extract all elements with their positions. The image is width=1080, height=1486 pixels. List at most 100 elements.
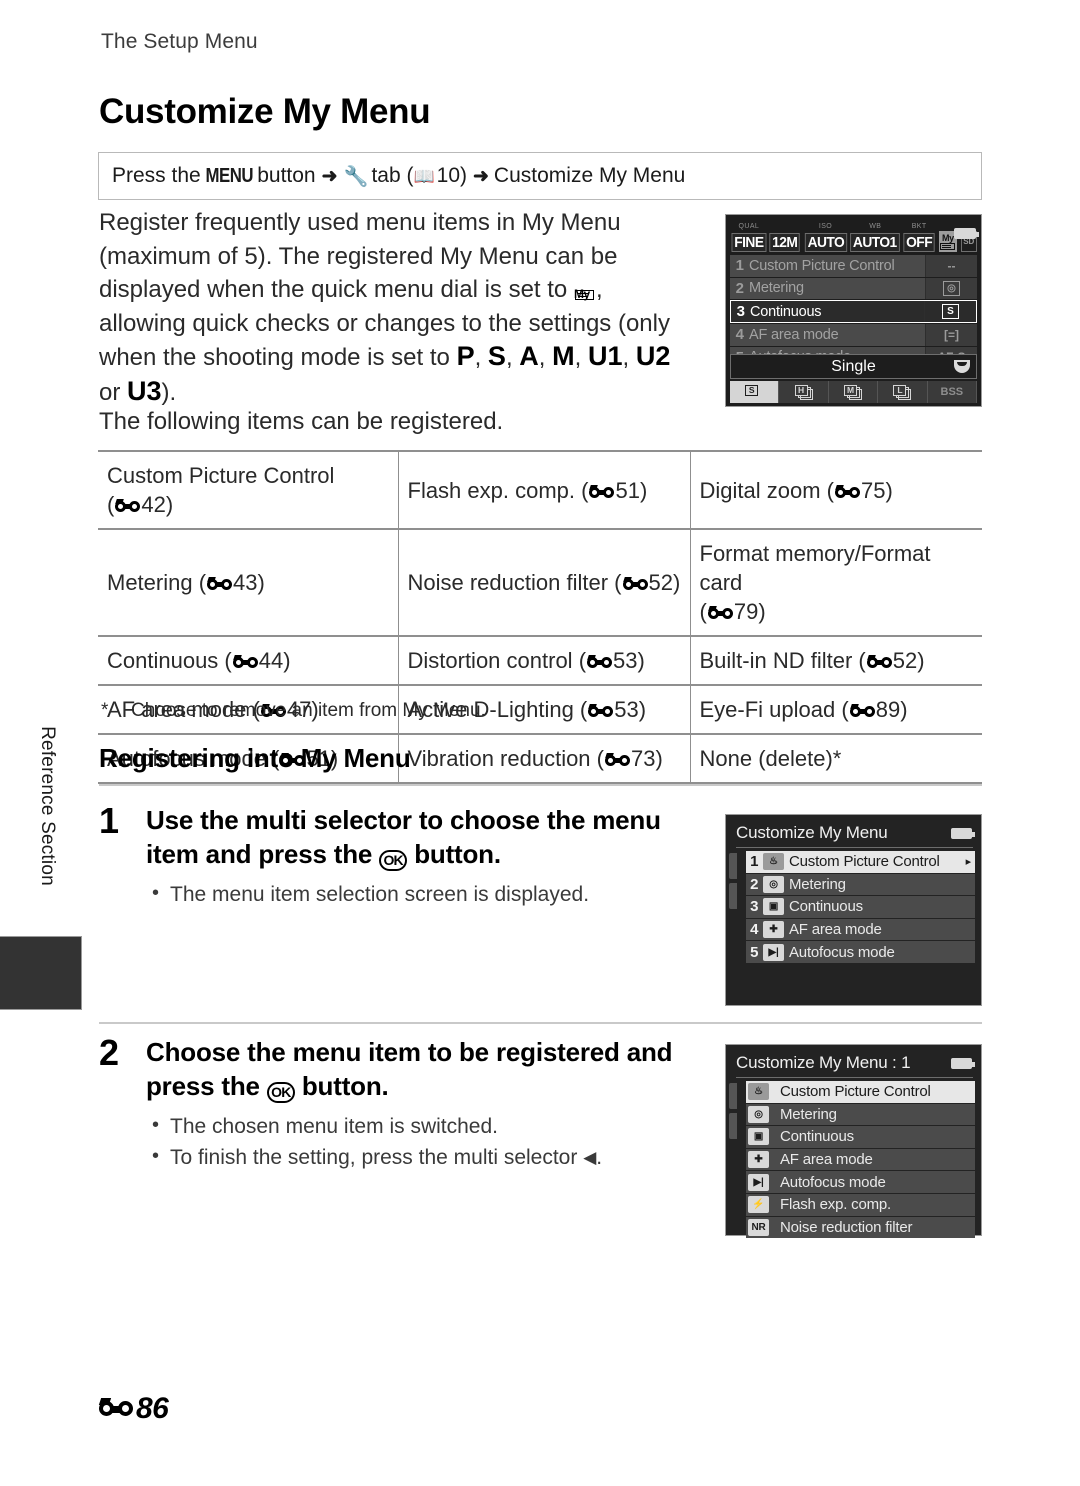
side-tab-label: Reference Section [37, 726, 58, 886]
bkt-label: BKT [911, 223, 927, 230]
metering-icon: ◎ [763, 875, 784, 893]
camera-screen-quick-menu: QUAL FINE 12M ISO AUTO WB AUTO1 BKT OFF … [725, 214, 982, 407]
af-area-icon: ✚ [763, 921, 784, 939]
row-label: Metering [749, 280, 804, 297]
e-reference-icon [835, 484, 860, 500]
af-area-icon: ✚ [748, 1151, 769, 1169]
quick-menu-row-1[interactable]: 1 Custom Picture Control -- [730, 255, 977, 277]
step-1-heading-line1: Use the multi selector to choose the men… [146, 805, 661, 835]
drive-option-bss[interactable]: BSS [928, 381, 978, 403]
step-1-heading-line2: item and press the [146, 839, 373, 869]
continuous-icon: ▣ [763, 898, 784, 916]
continuous-icon: ▣ [748, 1128, 769, 1146]
cell-custom-picture-control: Custom Picture Control (42) [98, 450, 399, 529]
picture-control-icon: ♨ [763, 853, 784, 871]
iso-cell: ISO AUTO [803, 219, 849, 252]
list-item[interactable]: ◎ Metering [746, 1103, 975, 1126]
list-item[interactable]: ✚ AF area mode [746, 1148, 975, 1171]
e-reference-icon [866, 655, 892, 670]
wb-cell: WB AUTO1 [848, 219, 902, 252]
autofocus-icon: ▶| [763, 943, 784, 961]
path-mid: button [257, 164, 316, 187]
cell-noise-reduction-filter: Noise reduction filter (52) [398, 528, 691, 636]
row-number: 3 [736, 303, 745, 320]
metering-icon: ◎ [925, 277, 977, 299]
intro-line-5: when the shooting mode is set to [99, 344, 450, 371]
step-2-bullet-2-end: . [596, 1146, 603, 1169]
quick-menu-rows: 1 Custom Picture Control -- 2 Metering ◎… [730, 255, 977, 369]
list-item[interactable]: ♨ Custom Picture Control [746, 1081, 975, 1103]
bkt-cell: BKT OFF [902, 219, 936, 252]
wrench-icon: 🔧 [343, 165, 369, 188]
row-label: Custom Picture Control [749, 257, 895, 274]
list-item[interactable]: 1 ♨ Custom Picture Control ▸ [746, 851, 975, 873]
list-item[interactable]: 3 ▣ Continuous [746, 896, 975, 918]
picture-control-icon: ♨ [748, 1083, 769, 1101]
list-item[interactable]: ▶| Autofocus mode [746, 1171, 975, 1193]
running-head: The Setup Menu [101, 30, 258, 53]
quick-menu-row-2[interactable]: 2 Metering ◎ [730, 277, 977, 299]
menu-tab[interactable] [729, 1113, 737, 1139]
menu-tab[interactable] [729, 1083, 737, 1109]
menu-tab[interactable] [729, 883, 737, 909]
imagesize-value: 12M [769, 233, 800, 252]
metering-icon: ◎ [748, 1105, 769, 1123]
step-2-bullet-1: The chosen menu item is switched. [146, 1110, 711, 1142]
table-row: Metering (43) Noise reduction filter (52… [98, 528, 982, 636]
path-book-ref: (📖10) [400, 164, 467, 187]
drive-option-high[interactable]: H [779, 381, 829, 403]
arrow-icon-2: ➜ [473, 165, 489, 187]
camera-screen-customize-my-menu: Customize My Menu 1 ♨ Custom Picture Con… [725, 814, 982, 1006]
intro-line-2: (maximum of 5). The registered My Menu c… [99, 242, 618, 270]
item-label: Flash exp. comp. [780, 1196, 892, 1214]
quick-menu-row-3[interactable]: 3 Continuous S [730, 300, 977, 323]
section-divider [99, 784, 982, 786]
e-reference-icon [589, 484, 615, 500]
step-1-body: Use the multi selector to choose the men… [146, 803, 706, 910]
item-number: 5 [750, 943, 758, 961]
ok-button-icon: OK [379, 850, 408, 871]
item-label: Metering [789, 875, 846, 893]
list-item[interactable]: NR Noise reduction filter [746, 1216, 975, 1239]
row-label: AF area mode [749, 326, 839, 343]
single-shot-icon: S [924, 301, 976, 322]
item-label: AF area mode [780, 1151, 873, 1169]
mode-a: A [519, 341, 539, 371]
drive-option-low[interactable]: L [878, 381, 928, 403]
item-number: 2 [750, 875, 758, 893]
title-divider [736, 847, 973, 848]
mode-u2: U2 [635, 341, 671, 371]
item-label: Autofocus mode [789, 943, 895, 961]
drive-option-single[interactable]: S [730, 381, 780, 403]
footnote-text: Choose to remove an item from My Menu. [131, 700, 486, 721]
battery-icon [954, 228, 979, 239]
dial-icon [954, 360, 970, 373]
quick-menu-row-4[interactable]: 4 AF area mode [=] [730, 324, 977, 346]
list-item[interactable]: ⚡ Flash exp. comp. [746, 1193, 975, 1216]
intro-line-3: displayed when the quick menu dial is se… [99, 276, 568, 303]
menu-path-box: Press the MENU button ➜ 🔧 tab (📖10) ➜ Cu… [98, 152, 982, 200]
step-2-heading: Choose the menu item to be registered an… [146, 1035, 711, 1103]
menu-tab[interactable] [729, 853, 737, 879]
intro-line-4: allowing quick checks or changes to the … [99, 309, 670, 337]
registerable-items-table: Custom Picture Control (42) Flash exp. c… [98, 450, 982, 784]
quick-menu-top-bar: QUAL FINE 12M ISO AUTO WB AUTO1 BKT OFF … [730, 218, 977, 252]
drive-option-mid[interactable]: M [829, 381, 879, 403]
list-item[interactable]: 4 ✚ AF area mode [746, 918, 975, 941]
step-2-heading-line3: button. [301, 1071, 389, 1101]
cell-eye-fi-upload: Eye-Fi upload (89) [690, 684, 982, 734]
page-title: Customize My Menu [99, 92, 431, 131]
e-reference-icon [98, 1397, 133, 1419]
list-item[interactable]: ▣ Continuous [746, 1126, 975, 1148]
row-value: -- [925, 255, 977, 277]
e-reference-icon [707, 606, 733, 621]
mode-s: S [487, 341, 506, 371]
table-footnote: * Choose to remove an item from My Menu. [101, 700, 486, 722]
list-item[interactable]: 5 ▶| Autofocus mode [746, 941, 975, 963]
my-menu-dial-icon: My [573, 280, 596, 301]
row-number: 1 [735, 257, 744, 275]
step-1-number: 1 [99, 800, 120, 841]
cell-nd-filter: Built-in ND filter (52) [690, 635, 982, 685]
list-item[interactable]: 2 ◎ Metering [746, 873, 975, 896]
menu-button-glyph: MENU [205, 164, 253, 187]
